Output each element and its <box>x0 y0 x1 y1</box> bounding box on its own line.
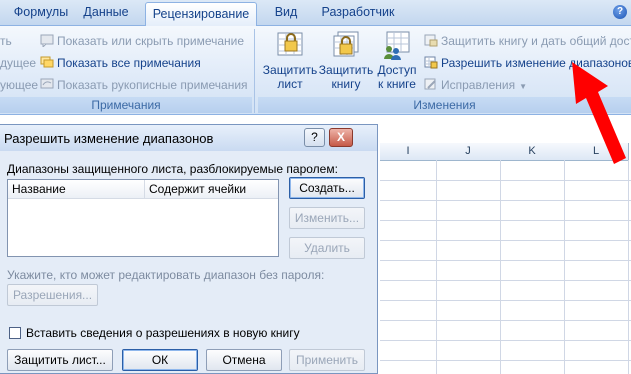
gridline <box>380 180 631 181</box>
dialog-help-button[interactable]: ? <box>304 128 325 147</box>
ok-button[interactable]: ОК <box>122 349 198 371</box>
protect-workbook-icon <box>333 31 359 57</box>
protect-workbook-line2: книгу <box>331 77 361 91</box>
dialog-close-button[interactable]: X <box>329 128 353 147</box>
protect-share-icon <box>424 34 438 47</box>
show-hide-comment-label: Показать или скрыть примечание <box>57 34 245 48</box>
comments-icon <box>40 56 54 68</box>
edit-button[interactable]: Изменить... <box>289 207 365 229</box>
gridline <box>436 160 437 374</box>
gridline <box>380 240 631 241</box>
track-changes-label: Исправления <box>441 78 516 92</box>
list-header-name[interactable]: Название <box>8 180 145 199</box>
protect-sheet-line2: лист <box>277 77 303 91</box>
dialog-title-bar: Разрешить изменение диапазонов ? X <box>0 125 377 151</box>
protect-workbook-line1: Защитить <box>318 63 374 77</box>
gridline <box>380 280 631 281</box>
protect-share-label: Защитить книгу и дать общий досту <box>441 34 631 48</box>
gridline <box>564 160 565 374</box>
clipped-command-1[interactable]: ть <box>0 31 12 51</box>
protect-sheet-line1: Защитить <box>262 63 318 77</box>
clipped-command-3[interactable]: ующее <box>0 75 38 95</box>
protect-sheet-ribbon-button[interactable]: Защитить лист <box>262 30 318 91</box>
ink-comment-icon <box>40 78 54 89</box>
tab-data[interactable]: Данные <box>77 0 135 25</box>
gridline <box>380 200 631 201</box>
gridline <box>380 260 631 261</box>
tab-review[interactable]: Рецензирование <box>145 2 257 27</box>
cancel-button[interactable]: Отмена <box>206 349 282 371</box>
apply-button[interactable]: Применить <box>289 349 365 371</box>
group-separator <box>254 29 255 113</box>
list-header-cells[interactable]: Содержит ячейки <box>145 180 278 199</box>
permissions-button[interactable]: Разрешения... <box>7 284 98 306</box>
protect-sheet-icon <box>277 32 303 56</box>
protect-sheet-button[interactable]: Защитить лист... <box>7 349 113 371</box>
notes-group-label: Примечания <box>0 97 252 113</box>
comment-icon <box>40 34 54 47</box>
gridline <box>380 320 631 321</box>
share-workbook-line2: к книге <box>378 77 416 91</box>
allow-edit-ranges-dialog: Разрешить изменение диапазонов ? X Диапа… <box>0 124 378 374</box>
protect-share-workbook-button[interactable]: Защитить книгу и дать общий досту <box>424 31 631 51</box>
show-ink-label: Показать рукописные примечания <box>57 78 248 92</box>
red-arrow-annotation <box>572 62 626 164</box>
share-workbook-line1: Доступ <box>377 63 417 77</box>
dropdown-arrow-icon: ▼ <box>519 82 527 91</box>
ranges-label: Диапазоны защищенного листа, разблокируе… <box>7 162 338 176</box>
insert-permissions-checkbox[interactable] <box>9 327 21 339</box>
ribbon: ть дущее ующее Показать или скрыть приме… <box>0 26 631 115</box>
column-header-j[interactable]: J <box>436 143 501 161</box>
who-can-edit-label: Укажите, кто может редактировать диапазо… <box>7 268 325 282</box>
allow-edit-ranges-icon <box>424 56 438 69</box>
ribbon-tab-bar: Формулы Данные Рецензирование Вид Разраб… <box>0 0 631 27</box>
column-header-i[interactable]: I <box>380 143 437 161</box>
show-all-comments-label: Показать все примечания <box>57 56 201 70</box>
create-button[interactable]: Создать... <box>289 177 365 199</box>
help-icon[interactable]: ? <box>613 5 627 19</box>
tab-formulas[interactable]: Формулы <box>10 0 72 25</box>
show-all-comments-button[interactable]: Показать все примечания <box>40 53 201 73</box>
column-header-k[interactable]: K <box>500 143 565 161</box>
gridline <box>628 160 629 374</box>
show-hide-comment-button[interactable]: Показать или скрыть примечание <box>40 31 244 51</box>
gridline <box>380 300 631 301</box>
gridline <box>500 160 501 374</box>
protect-workbook-ribbon-button[interactable]: Защитить книгу <box>318 30 374 91</box>
show-ink-button[interactable]: Показать рукописные примечания <box>40 75 248 95</box>
delete-button[interactable]: Удалить <box>289 237 365 259</box>
tab-view[interactable]: Вид <box>268 0 304 25</box>
insert-permissions-label[interactable]: Вставить сведения о разрешениях в новую … <box>26 326 300 340</box>
track-changes-button[interactable]: Исправления ▼ <box>424 75 527 95</box>
gridline <box>380 360 631 361</box>
gridline <box>380 220 631 221</box>
share-workbook-ribbon-button[interactable]: Доступ к книге <box>372 30 422 91</box>
tab-developer[interactable]: Разработчик <box>315 0 401 25</box>
ranges-listbox[interactable]: Название Содержит ячейки <box>7 179 279 257</box>
share-workbook-icon <box>384 31 410 60</box>
clipped-command-2[interactable]: дущее <box>0 53 36 73</box>
dialog-title: Разрешить изменение диапазонов <box>4 131 214 146</box>
track-changes-icon <box>424 78 436 90</box>
gridline <box>380 340 631 341</box>
